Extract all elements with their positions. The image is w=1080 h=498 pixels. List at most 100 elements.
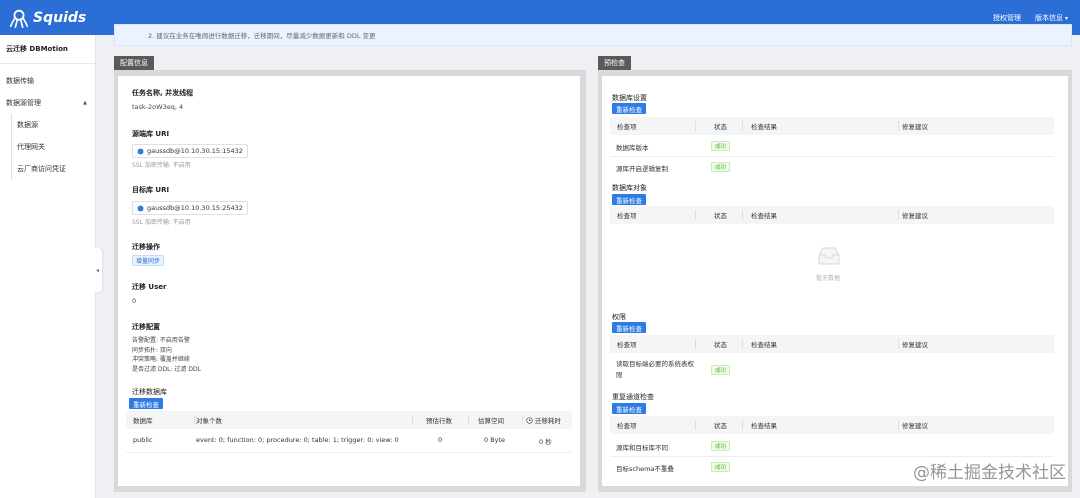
source-uri-box[interactable]: gaussdb@10.10.30.15:15432 [132, 144, 248, 158]
notice-banner: 2. 建议在业务在唯闹进行数据迁移，迁移期间，尽量减少数据更新和 DDL 变更 [114, 24, 1072, 46]
recheck-db-objects-button[interactable]: 重新检查 [612, 194, 646, 205]
sidebar-subitem-cloud-credentials[interactable]: 云厂商访问凭证 [0, 158, 95, 180]
column-separator [742, 420, 743, 430]
section-title-db-objects: 数据库对象 [612, 184, 647, 192]
check-item-schema-no-overlap: 目标schema不重叠 [616, 465, 674, 473]
brand-logo[interactable]: Squids [8, 7, 86, 29]
source-uri-value: gaussdb@10.10.30.15:15432 [147, 147, 243, 155]
license-management-link[interactable]: 授权管理 [993, 13, 1021, 23]
version-info-menu[interactable]: 版本信息 ▾ [1035, 13, 1068, 23]
col-database: 数据库 [133, 417, 153, 425]
squid-logo-icon [9, 9, 29, 28]
sidebar-subitem-proxy-gateway[interactable]: 代理网关 [0, 136, 95, 158]
check-item-source-target-differ: 源库和目标库不同 [616, 444, 668, 452]
config-recheck-button[interactable]: 重新检查 [129, 398, 163, 409]
row-divider [126, 452, 572, 453]
precheck-panel: 数据库设置 重新检查 检查项 状态 检查结果 修复建议 数据库版本 成功 源库开… [602, 76, 1068, 486]
col-status: 状态 [714, 341, 727, 349]
sidebar-subitem-label: 云厂商访问凭证 [17, 165, 66, 173]
precheck-panel-tab[interactable]: 预检查 [598, 56, 631, 70]
check-item-logical-replication: 源库开启逻辑复制 [616, 165, 668, 173]
col-check-result: 检查结果 [751, 341, 777, 349]
brand-name: Squids [33, 9, 87, 26]
migration-user-label: 迁移 User [132, 283, 167, 291]
section-title-duplicate-channel: 重复通道检查 [612, 393, 654, 401]
column-separator [695, 339, 696, 349]
empty-inbox-icon [818, 247, 840, 265]
column-separator [742, 121, 743, 131]
col-check-item: 检查项 [617, 341, 637, 349]
sidebar-subitem-label: 代理网关 [17, 143, 45, 151]
sidebar-item-data-transfer[interactable]: 数据传输 [0, 70, 95, 92]
column-separator [898, 121, 899, 131]
section-title-db-settings: 数据库设置 [612, 94, 647, 102]
col-migration-time: 迁移耗时 [526, 415, 561, 425]
col-object-count: 对象个数 [196, 417, 222, 425]
target-uri-box[interactable]: gaussdb@10.10.30.15:25432 [132, 201, 248, 215]
col-check-result: 检查结果 [751, 212, 777, 220]
precheck-table-header: 检查项 状态 检查结果 修复建议 [610, 416, 1054, 434]
precheck-table-header: 检查项 状态 检查结果 修复建议 [610, 117, 1054, 135]
settings-line-conflict: 冲突策略: 覆盖并继续 [132, 356, 190, 363]
target-uri-value: gaussdb@10.10.30.15:25432 [147, 204, 243, 212]
sidebar-subitem-label: 数据源 [17, 121, 38, 129]
col-estimated-space: 估算空间 [478, 417, 504, 425]
status-badge: 成功 [711, 441, 731, 451]
database-icon [137, 204, 144, 212]
sidebar-item-datasource-management[interactable]: 数据源管理 ▲ [0, 92, 95, 114]
db-row-time: 0 秒 [539, 438, 552, 446]
empty-state-text: 暂无数据 [816, 275, 841, 282]
db-row-objects: event: 0; function: 0; procedure: 0; tab… [196, 436, 399, 444]
database-icon [137, 147, 144, 155]
column-separator [742, 210, 743, 220]
source-ssl-text: SSL 加密传输: 不启用 [132, 162, 191, 169]
migration-op-label: 迁移操作 [132, 243, 160, 251]
status-badge: 成功 [711, 365, 731, 375]
config-panel: 任务名称, 并发线程 task-2oW3eq, 4 源端库 URI gaussd… [118, 76, 580, 486]
migration-db-label: 迁移数据库 [132, 388, 167, 396]
precheck-table-header: 检查项 状态 检查结果 修复建议 [610, 206, 1054, 224]
migration-settings-label: 迁移配置 [132, 323, 160, 331]
col-fix-suggestion: 修复建议 [902, 212, 928, 220]
column-separator [742, 339, 743, 349]
task-value: task-2oW3eq, 4 [132, 103, 184, 111]
section-title-permissions: 权限 [612, 313, 626, 321]
column-separator [412, 415, 413, 425]
db-row-rows: 0 [438, 436, 443, 444]
col-fix-suggestion: 修复建议 [902, 341, 928, 349]
column-separator [898, 210, 899, 220]
db-row-space: 0 Byte [484, 436, 506, 444]
config-panel-tab[interactable]: 配置信息 [114, 56, 154, 70]
column-separator [468, 415, 469, 425]
recheck-permissions-button[interactable]: 重新检查 [612, 322, 646, 333]
col-status: 状态 [714, 212, 727, 220]
clock-icon [526, 416, 533, 424]
status-badge: 成功 [711, 162, 731, 172]
sidebar-title: 云迁移 DBMotion [6, 45, 68, 53]
target-uri-label: 目标库 URI [132, 186, 170, 194]
source-uri-label: 源端库 URI [132, 130, 170, 138]
col-status: 状态 [714, 422, 727, 430]
row-divider [610, 156, 1054, 157]
watermark: @稀土掘金技术社区 [913, 463, 1066, 483]
recheck-duplicate-channel-button[interactable]: 重新检查 [612, 403, 646, 414]
sidebar-subitem-datasource[interactable]: 数据源 [0, 114, 95, 136]
migration-user-value: 0 [132, 297, 137, 305]
settings-line-alert: 告警配置: 不启用告警 [132, 337, 190, 344]
check-item-db-version: 数据库版本 [616, 144, 649, 152]
sidebar-collapse-toggle[interactable]: ◂ [93, 248, 102, 292]
settings-line-topology: 同步拓扑: 双向 [132, 347, 172, 354]
col-estimated-rows: 预估行数 [426, 417, 452, 425]
col-check-item: 检查项 [617, 422, 637, 430]
column-separator [695, 420, 696, 430]
col-check-result: 检查结果 [751, 422, 777, 430]
column-separator [194, 415, 195, 425]
migration-op-tag: 增量同步 [132, 255, 165, 266]
column-separator [695, 210, 696, 220]
db-table-header: 数据库 对象个数 预估行数 估算空间 迁移耗时 [126, 411, 572, 429]
chevron-left-icon: ◂ [95, 266, 99, 274]
recheck-db-settings-button[interactable]: 重新检查 [612, 103, 646, 114]
col-migration-time-label: 迁移耗时 [535, 417, 561, 425]
sidebar-item-label: 数据源管理 [6, 99, 41, 107]
chevron-down-icon: ▾ [1064, 14, 1068, 22]
